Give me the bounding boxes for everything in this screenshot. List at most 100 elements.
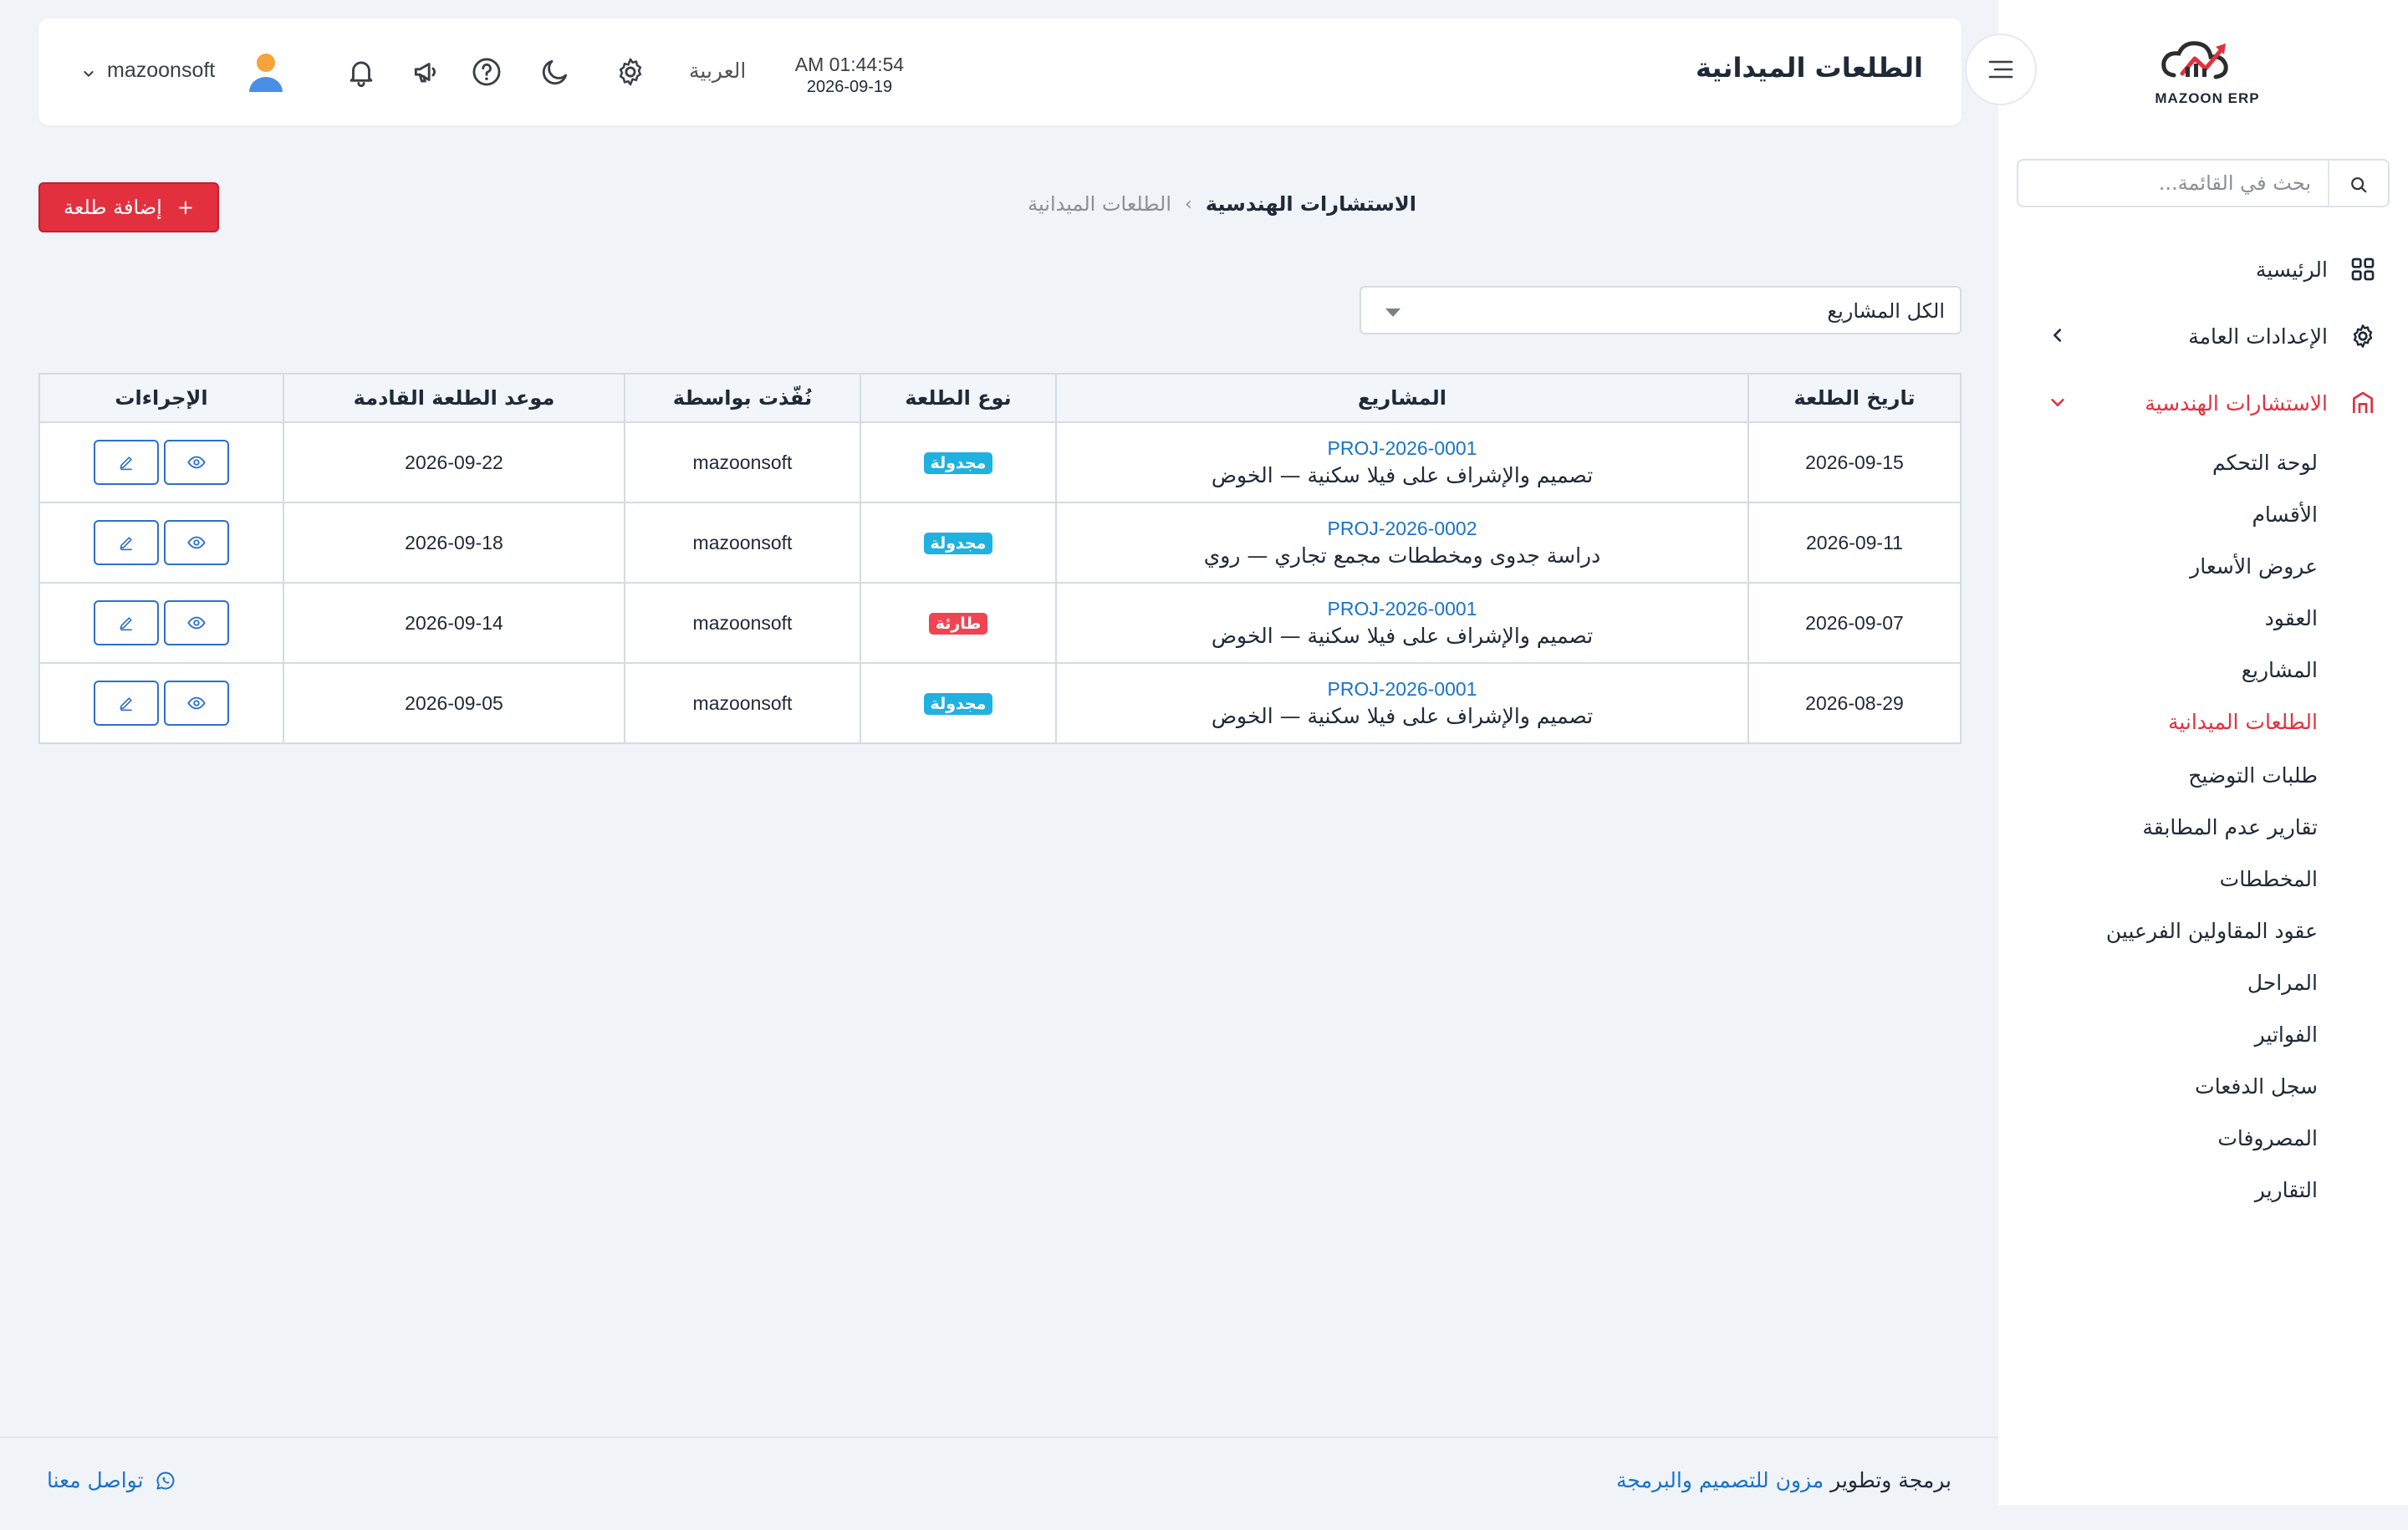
sidebar-subitem-payments-log[interactable]: سجل الدفعات bbox=[2195, 1070, 2318, 1104]
pencil-icon bbox=[118, 534, 135, 551]
col-projects[interactable]: المشاريع bbox=[1055, 374, 1748, 423]
sidebar-subitem-field-visits[interactable]: الطلعات الميدانية bbox=[2168, 706, 2318, 739]
sidebar-subitem-projects[interactable]: المشاريع bbox=[2242, 654, 2318, 687]
visit-type-cell: مجدولة bbox=[860, 502, 1056, 584]
visit-date: 2026-09-07 bbox=[1747, 583, 1961, 664]
status-badge: مجدولة bbox=[923, 692, 993, 715]
col-next-visit[interactable]: موعد الطلعة القادمة bbox=[283, 374, 625, 423]
sidebar-subitem-phases[interactable]: المراحل bbox=[2247, 966, 2318, 1000]
project-code-link[interactable]: PROJ-2026-0001 bbox=[1057, 598, 1747, 620]
project-cell: PROJ-2026-0001 تصميم والإشراف على فيلا س… bbox=[1055, 422, 1748, 503]
sidebar-item-label: الرئيسية bbox=[2255, 257, 2328, 282]
sidebar-subitem-invoices[interactable]: الفواتير bbox=[2255, 1018, 2318, 1052]
footer-credit-link[interactable]: مزون للتصميم والبرمجة bbox=[1616, 1468, 1824, 1492]
chevron-down-icon[interactable] bbox=[82, 67, 95, 80]
search-icon[interactable] bbox=[2349, 176, 2368, 194]
footer-credit-text: برمجة وتطوير bbox=[1830, 1468, 1951, 1492]
visit-type-cell: مجدولة bbox=[860, 663, 1056, 743]
user-name[interactable]: mazoonsoft bbox=[107, 59, 215, 83]
eye-icon bbox=[187, 453, 206, 472]
project-code-link[interactable]: PROJ-2026-0001 bbox=[1057, 678, 1747, 701]
status-badge: طارئة bbox=[928, 612, 988, 635]
eye-icon bbox=[187, 614, 206, 632]
sidebar-subitem-departments[interactable]: الأقسام bbox=[2252, 498, 2318, 532]
dark-mode-moon-icon[interactable] bbox=[537, 54, 574, 90]
performed-by: mazoonsoft bbox=[624, 502, 860, 584]
project-cell: PROJ-2026-0002 دراسة جدوى ومخططات مجمع ت… bbox=[1055, 502, 1748, 584]
sidebar-subitem-dashboard[interactable]: لوحة التحكم bbox=[2212, 446, 2318, 480]
sidebar-item-home[interactable]: الرئيسية bbox=[1998, 244, 2408, 294]
project-filter-select[interactable]: الكل المشاريع bbox=[1360, 286, 1962, 334]
help-icon[interactable] bbox=[468, 54, 505, 90]
actions-cell bbox=[39, 583, 283, 664]
col-visit-type[interactable]: نوع الطلعة bbox=[860, 374, 1056, 423]
pencil-icon bbox=[118, 615, 135, 631]
performed-by: mazoonsoft bbox=[624, 583, 860, 664]
visit-date: 2026-09-11 bbox=[1747, 502, 1961, 584]
eye-icon bbox=[187, 694, 206, 712]
settings-icon[interactable] bbox=[612, 54, 649, 90]
field-visits-table: تاريخ الطلعة المشاريع نوع الطلعة نُفّذت … bbox=[38, 373, 1962, 744]
gear-icon bbox=[2348, 321, 2378, 351]
view-button[interactable] bbox=[164, 440, 229, 485]
sidebar-item-label: الاستشارات الهندسية bbox=[2145, 390, 2328, 416]
edit-button[interactable] bbox=[94, 600, 159, 645]
language-switch[interactable]: العربية bbox=[689, 59, 746, 83]
next-visit-date: 2026-09-18 bbox=[283, 502, 625, 584]
project-code-link[interactable]: PROJ-2026-0001 bbox=[1057, 437, 1747, 460]
sidebar-subitem-clarification-requests[interactable]: طلبات التوضيح bbox=[2188, 759, 2318, 793]
contact-us-link[interactable]: تواصل معنا bbox=[47, 1468, 176, 1492]
view-button[interactable] bbox=[164, 520, 229, 565]
footer-credit: برمجة وتطوير مزون للتصميم والبرمجة bbox=[1616, 1468, 1951, 1492]
sidebar-toggle-button[interactable] bbox=[1965, 33, 2037, 105]
sidebar-item-general-settings[interactable]: الإعدادات العامة bbox=[1998, 311, 2408, 361]
table-row: 2026-09-11 PROJ-2026-0002 دراسة جدوى ومخ… bbox=[39, 502, 1961, 584]
view-button[interactable] bbox=[164, 681, 229, 726]
sidebar: MAZOON ERP الرئيسية الإعدادات العامة الا… bbox=[1998, 0, 2408, 1505]
sidebar-subitem-subcontractor-contracts[interactable]: عقود المقاولين الفرعيين bbox=[2106, 915, 2318, 948]
edit-button[interactable] bbox=[94, 440, 159, 485]
sidebar-subitem-drawings[interactable]: المخططات bbox=[2220, 863, 2318, 896]
next-visit-date: 2026-09-14 bbox=[283, 583, 625, 664]
add-visit-label: إضافة طلعة bbox=[64, 196, 162, 219]
breadcrumb: الاستشارات الهندسية › الطلعات الميدانية bbox=[1028, 192, 1416, 216]
sidebar-subitem-quotations[interactable]: عروض الأسعار bbox=[2190, 550, 2318, 584]
edit-button[interactable] bbox=[94, 520, 159, 565]
sidebar-search-input[interactable] bbox=[2043, 167, 2311, 199]
project-name: تصميم والإشراف على فيلا سكنية — الخوض bbox=[1211, 704, 1594, 728]
add-visit-button[interactable]: + إضافة طلعة bbox=[38, 182, 219, 232]
view-button[interactable] bbox=[164, 600, 229, 645]
plus-icon: + bbox=[176, 196, 194, 219]
col-performed-by[interactable]: نُفّذت بواسطة bbox=[624, 374, 860, 423]
actions-cell bbox=[39, 502, 283, 584]
logo-text: MAZOON ERP bbox=[2155, 90, 2260, 106]
sidebar-subitem-expenses[interactable]: المصروفات bbox=[2217, 1122, 2318, 1155]
visit-type-cell: طارئة bbox=[860, 583, 1056, 664]
notification-bell-icon[interactable] bbox=[343, 54, 380, 90]
table-header-row: تاريخ الطلعة المشاريع نوع الطلعة نُفّذت … bbox=[39, 374, 1961, 423]
chevron-left-icon bbox=[2048, 326, 2067, 344]
logo-mark-icon bbox=[2161, 41, 2228, 79]
table-row: 2026-09-07 PROJ-2026-0001 تصميم والإشراف… bbox=[39, 583, 1961, 664]
status-badge: مجدولة bbox=[923, 451, 993, 474]
app-logo[interactable]: MAZOON ERP bbox=[2149, 33, 2266, 117]
performed-by: mazoonsoft bbox=[624, 422, 860, 503]
breadcrumb-section[interactable]: الاستشارات الهندسية bbox=[1206, 192, 1416, 216]
col-visit-date[interactable]: تاريخ الطلعة bbox=[1747, 374, 1961, 423]
table-row: 2026-09-15 PROJ-2026-0001 تصميم والإشراف… bbox=[39, 422, 1961, 503]
megaphone-icon[interactable] bbox=[408, 54, 445, 90]
avatar[interactable] bbox=[247, 52, 284, 94]
whatsapp-icon bbox=[156, 1471, 176, 1491]
sidebar-subitem-nonconformance-reports[interactable]: تقارير عدم المطابقة bbox=[2142, 811, 2318, 844]
chevron-down-icon bbox=[2048, 393, 2067, 411]
project-filter-value: الكل المشاريع bbox=[1827, 299, 1945, 323]
sidebar-subitem-reports[interactable]: التقارير bbox=[2255, 1174, 2318, 1207]
sidebar-item-engineering-consultancy[interactable]: الاستشارات الهندسية bbox=[1998, 378, 2408, 428]
project-code-link[interactable]: PROJ-2026-0002 bbox=[1057, 518, 1747, 540]
visit-date: 2026-09-15 bbox=[1747, 422, 1961, 503]
sidebar-subitem-contracts[interactable]: العقود bbox=[2265, 602, 2318, 635]
edit-button[interactable] bbox=[94, 681, 159, 726]
building-icon bbox=[2348, 388, 2378, 418]
visit-date: 2026-08-29 bbox=[1747, 663, 1961, 743]
grid-icon bbox=[2348, 254, 2378, 284]
